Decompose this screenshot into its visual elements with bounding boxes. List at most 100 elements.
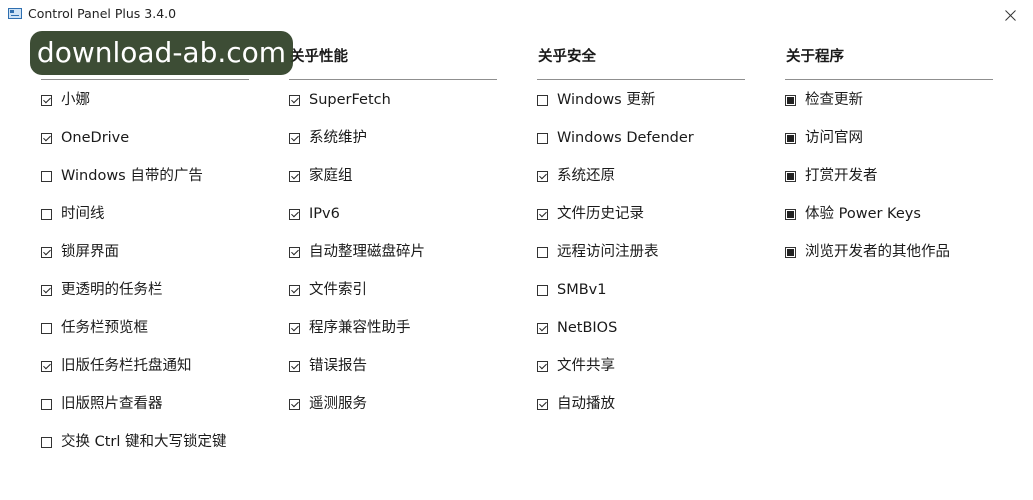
option-label: NetBIOS	[557, 320, 618, 336]
option-checkbox[interactable]: Windows 更新	[537, 92, 745, 130]
checkbox-unchecked-icon[interactable]	[537, 95, 548, 106]
option-checkbox[interactable]: 旧版任务栏托盘通知	[41, 358, 249, 396]
checkbox-checked-icon[interactable]	[537, 209, 548, 220]
checkbox-unchecked-icon[interactable]	[537, 285, 548, 296]
checkbox-checked-icon[interactable]	[537, 399, 548, 410]
option-label: 更透明的任务栏	[61, 282, 163, 298]
section-title: 关乎性能	[290, 49, 348, 65]
option-checkbox[interactable]: 锁屏界面	[41, 244, 249, 282]
option-checkbox[interactable]: IPv6	[289, 206, 497, 244]
checkbox-checked-icon[interactable]	[289, 285, 300, 296]
option-checkbox[interactable]: 任务栏预览框	[41, 320, 249, 358]
action-item[interactable]: 访问官网	[785, 130, 993, 168]
option-label: 访问官网	[805, 130, 863, 146]
option-checkbox[interactable]: 家庭组	[289, 168, 497, 206]
square-bullet-icon[interactable]	[785, 209, 796, 220]
option-checkbox[interactable]: 旧版照片查看器	[41, 396, 249, 434]
option-label: 系统还原	[557, 168, 615, 184]
checkbox-checked-icon[interactable]	[41, 133, 52, 144]
checkbox-checked-icon[interactable]	[289, 133, 300, 144]
option-checkbox[interactable]: 文件历史记录	[537, 206, 745, 244]
option-label: 检查更新	[805, 92, 863, 108]
option-checkbox[interactable]: SMBv1	[537, 282, 745, 320]
checkbox-unchecked-icon[interactable]	[537, 133, 548, 144]
close-button[interactable]	[987, 0, 1033, 30]
checkbox-unchecked-icon[interactable]	[41, 209, 52, 220]
action-item[interactable]: 体验 Power Keys	[785, 206, 993, 244]
option-list: SuperFetch 系统维护家庭组 IPv6 自动整理磁盘碎片 文件索引程序兼容性助手…	[289, 92, 497, 434]
option-checkbox[interactable]: Windows 自带的广告	[41, 168, 249, 206]
option-checkbox[interactable]: 远程访问注册表	[537, 244, 745, 282]
action-item[interactable]: 打赏开发者	[785, 168, 993, 206]
checkbox-checked-icon[interactable]	[289, 171, 300, 182]
action-item[interactable]: 浏览开发者的其他作品	[785, 244, 993, 282]
checkbox-checked-icon[interactable]	[537, 171, 548, 182]
action-item[interactable]: 检查更新	[785, 92, 993, 130]
option-label: Windows 更新	[557, 92, 656, 108]
option-list: 检查更新访问官网打赏开发者 体验 Power Keys 浏览开发者的其他作品	[785, 92, 993, 282]
option-checkbox[interactable]: 交换 Ctrl 键和大写锁定键	[41, 434, 249, 472]
checkbox-checked-icon[interactable]	[537, 323, 548, 334]
square-bullet-icon[interactable]	[785, 95, 796, 106]
option-label: 文件历史记录	[557, 206, 644, 222]
square-bullet-icon[interactable]	[785, 247, 796, 258]
option-label: 旧版照片查看器	[61, 396, 163, 412]
checkbox-checked-icon[interactable]	[41, 95, 52, 106]
option-label: 浏览开发者的其他作品	[805, 244, 950, 260]
checkbox-checked-icon[interactable]	[289, 247, 300, 258]
option-checkbox[interactable]: SuperFetch	[289, 92, 497, 130]
section-performance: 关乎性能 SuperFetch 系统维护家庭组 IPv6 自动整理磁盘碎片 文件索引程序…	[289, 46, 497, 434]
square-bullet-icon[interactable]	[785, 171, 796, 182]
option-label: 文件共享	[557, 358, 615, 374]
checkbox-unchecked-icon[interactable]	[537, 247, 548, 258]
option-label: 远程访问注册表	[557, 244, 659, 260]
option-checkbox[interactable]: 文件索引	[289, 282, 497, 320]
option-checkbox[interactable]: 程序兼容性助手	[289, 320, 497, 358]
option-checkbox[interactable]: 时间线	[41, 206, 249, 244]
option-checkbox[interactable]: Windows Defender	[537, 130, 745, 168]
close-icon	[1004, 9, 1016, 21]
option-label: 文件索引	[309, 282, 367, 298]
option-checkbox[interactable]: 文件共享	[537, 358, 745, 396]
section-divider	[41, 79, 249, 80]
checkbox-checked-icon[interactable]	[289, 209, 300, 220]
option-label: 家庭组	[309, 168, 353, 184]
option-checkbox[interactable]: 系统维护	[289, 130, 497, 168]
option-checkbox[interactable]: 错误报告	[289, 358, 497, 396]
checkbox-checked-icon[interactable]	[41, 285, 52, 296]
section-general: 小娜 OneDrive Windows 自带的广告时间线 锁屏界面更透明的任务栏 任务栏…	[41, 46, 249, 472]
option-checkbox[interactable]: 自动播放	[537, 396, 745, 434]
option-label: 任务栏预览框	[61, 320, 148, 336]
checkbox-checked-icon[interactable]	[537, 361, 548, 372]
option-label: 锁屏界面	[61, 244, 119, 260]
watermark: download-ab.com	[30, 31, 293, 75]
section-divider	[785, 79, 993, 80]
option-label: 程序兼容性助手	[309, 320, 411, 336]
square-bullet-icon[interactable]	[785, 133, 796, 144]
option-label: 错误报告	[309, 358, 367, 374]
checkbox-unchecked-icon[interactable]	[41, 171, 52, 182]
option-checkbox[interactable]: OneDrive	[41, 130, 249, 168]
section-title: 关乎安全	[538, 49, 596, 65]
option-label: 自动整理磁盘碎片	[309, 244, 425, 260]
checkbox-checked-icon[interactable]	[289, 95, 300, 106]
option-checkbox[interactable]: 更透明的任务栏	[41, 282, 249, 320]
option-label: Windows 自带的广告	[61, 168, 203, 184]
checkbox-checked-icon[interactable]	[41, 247, 52, 258]
checkbox-checked-icon[interactable]	[289, 323, 300, 334]
checkbox-checked-icon[interactable]	[289, 361, 300, 372]
checkbox-unchecked-icon[interactable]	[41, 323, 52, 334]
option-label: Windows Defender	[557, 130, 694, 146]
checkbox-unchecked-icon[interactable]	[41, 399, 52, 410]
option-label: 自动播放	[557, 396, 615, 412]
checkbox-unchecked-icon[interactable]	[41, 437, 52, 448]
option-label: 系统维护	[309, 130, 367, 146]
option-label: OneDrive	[61, 130, 130, 146]
checkbox-checked-icon[interactable]	[41, 361, 52, 372]
option-checkbox[interactable]: 自动整理磁盘碎片	[289, 244, 497, 282]
option-checkbox[interactable]: NetBIOS	[537, 320, 745, 358]
option-checkbox[interactable]: 遥测服务	[289, 396, 497, 434]
checkbox-checked-icon[interactable]	[289, 399, 300, 410]
option-checkbox[interactable]: 小娜	[41, 92, 249, 130]
option-checkbox[interactable]: 系统还原	[537, 168, 745, 206]
